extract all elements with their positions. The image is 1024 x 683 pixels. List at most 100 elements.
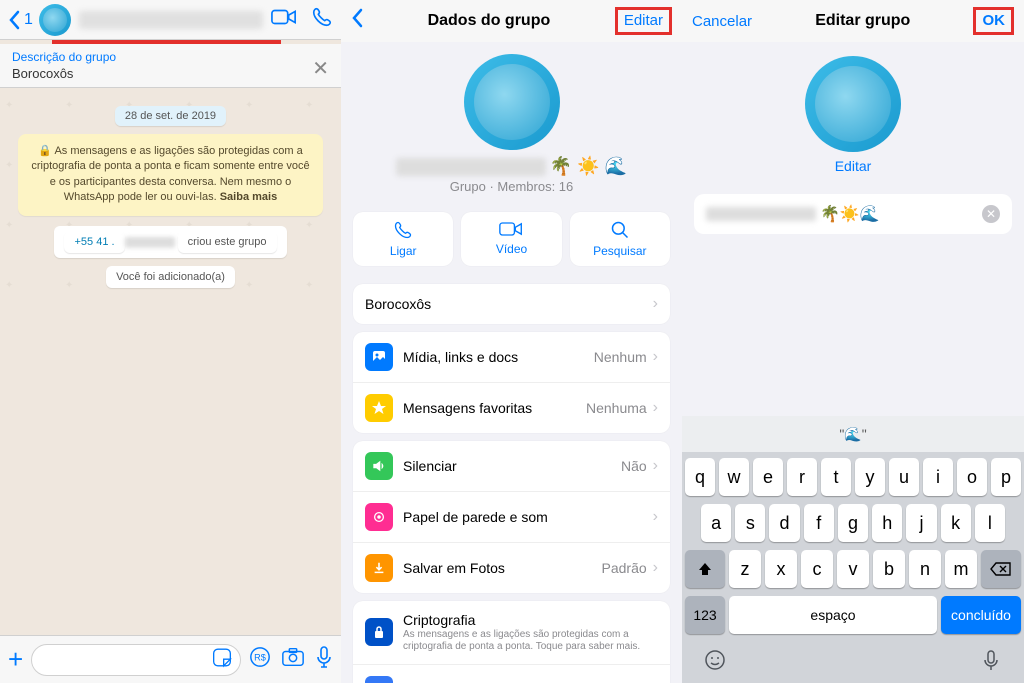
- group-info-screen: Dados do grupo Editar 🌴 ☀️ 🌊 Grupo · Mem…: [341, 0, 682, 683]
- chevron-right-icon: ›: [653, 295, 658, 313]
- group-info-header: Dados do grupo Editar: [341, 0, 682, 42]
- message-input[interactable]: [31, 644, 241, 676]
- key-u[interactable]: u: [889, 458, 919, 496]
- edit-button-highlight: Editar: [615, 7, 672, 35]
- chat-area[interactable]: 28 de set. de 2019 🔒 As mensagens e as l…: [0, 88, 341, 306]
- done-key[interactable]: concluído: [941, 596, 1021, 634]
- key-h[interactable]: h: [872, 504, 902, 542]
- wallpaper-icon: [365, 503, 393, 531]
- backspace-key[interactable]: [981, 550, 1021, 588]
- keyboard-row-4: 123 espaço concluído: [685, 596, 1021, 634]
- key-d[interactable]: d: [769, 504, 799, 542]
- keyboard: "🌊" qwertyuiop asdfghjkl zxcvbnm 123 esp…: [682, 416, 1024, 683]
- key-y[interactable]: y: [855, 458, 885, 496]
- mute-row[interactable]: Silenciar Não ›: [353, 441, 670, 492]
- keyboard-row-3: zxcvbnm: [685, 550, 1021, 588]
- dictation-key[interactable]: [979, 648, 1003, 677]
- key-i[interactable]: i: [923, 458, 953, 496]
- disappearing-row[interactable]: Mensagens temporá… Desativadas ›: [353, 665, 670, 683]
- group-description-bar[interactable]: Descrição do grupo Borocoxôs ✕: [0, 44, 341, 88]
- key-b[interactable]: b: [873, 550, 905, 588]
- date-separator: 28 de set. de 2019: [10, 106, 331, 124]
- emoji-key[interactable]: [703, 648, 727, 677]
- description-row[interactable]: Borocoxôs ›: [353, 284, 670, 324]
- key-g[interactable]: g: [838, 504, 868, 542]
- media-row[interactable]: Mídia, links e docs Nenhum ›: [353, 332, 670, 383]
- key-q[interactable]: q: [685, 458, 715, 496]
- video-action[interactable]: Vídeo: [461, 212, 561, 266]
- starred-row[interactable]: Mensagens favoritas Nenhuma ›: [353, 383, 670, 433]
- chat-header: 1: [0, 0, 341, 40]
- star-icon: [365, 394, 393, 422]
- chat-screen: 1 Descrição do grupo Borocoxôs ✕ 28 de s…: [0, 0, 341, 683]
- key-l[interactable]: l: [975, 504, 1005, 542]
- key-v[interactable]: v: [837, 550, 869, 588]
- close-icon[interactable]: ✕: [312, 50, 329, 81]
- edit-group-screen: Cancelar Editar grupo OK Editar 🌴☀️🌊 ✕ "…: [682, 0, 1024, 683]
- key-z[interactable]: z: [729, 550, 761, 588]
- edit-avatar-section: Editar: [682, 42, 1024, 188]
- key-m[interactable]: m: [945, 550, 977, 588]
- group-name: 🌴 ☀️ 🌊: [341, 156, 682, 177]
- key-o[interactable]: o: [957, 458, 987, 496]
- screen-title: Editar grupo: [815, 12, 910, 30]
- key-e[interactable]: e: [753, 458, 783, 496]
- voice-call-icon[interactable]: [311, 6, 333, 33]
- space-key[interactable]: espaço: [729, 596, 937, 634]
- search-action[interactable]: Pesquisar: [570, 212, 670, 266]
- key-k[interactable]: k: [941, 504, 971, 542]
- key-p[interactable]: p: [991, 458, 1021, 496]
- key-s[interactable]: s: [735, 504, 765, 542]
- edit-button[interactable]: Editar: [624, 12, 663, 29]
- ok-button-highlight: OK: [973, 7, 1014, 35]
- key-t[interactable]: t: [821, 458, 851, 496]
- keyboard-row-1: qwertyuiop: [685, 458, 1021, 496]
- group-avatar[interactable]: [39, 4, 71, 36]
- keyboard-suggestion[interactable]: "🌊": [682, 416, 1024, 452]
- timer-icon: [365, 676, 393, 683]
- encryption-notice[interactable]: 🔒 As mensagens e as ligações são protegi…: [18, 134, 323, 216]
- speaker-icon: [365, 452, 393, 480]
- payment-icon[interactable]: R$: [249, 646, 271, 673]
- description-text: Borocoxôs: [12, 66, 116, 81]
- group-name-blurred[interactable]: [79, 11, 263, 29]
- key-a[interactable]: a: [701, 504, 731, 542]
- key-w[interactable]: w: [719, 458, 749, 496]
- learn-more-link[interactable]: Saiba mais: [220, 191, 277, 203]
- video-call-icon[interactable]: [271, 7, 297, 32]
- ok-button[interactable]: OK: [982, 12, 1005, 29]
- message-input-bar: + R$: [0, 635, 341, 683]
- back-button[interactable]: 1: [8, 10, 33, 30]
- screen-title: Dados do grupo: [428, 12, 551, 30]
- key-r[interactable]: r: [787, 458, 817, 496]
- cancel-button[interactable]: Cancelar: [692, 13, 752, 30]
- key-n[interactable]: n: [909, 550, 941, 588]
- description-title: Descrição do grupo: [12, 50, 116, 64]
- edit-header: Cancelar Editar grupo OK: [682, 0, 1024, 42]
- group-name-input[interactable]: 🌴☀️🌊 ✕: [694, 194, 1012, 234]
- group-subtitle: Grupo · Membros: 16: [341, 179, 682, 194]
- edit-photo-link[interactable]: Editar: [682, 158, 1024, 174]
- camera-icon[interactable]: [281, 646, 305, 673]
- keyboard-row-2: asdfghjkl: [685, 504, 1021, 542]
- save-photos-row[interactable]: Salvar em Fotos Padrão ›: [353, 543, 670, 593]
- shift-key[interactable]: [685, 550, 725, 588]
- numbers-key[interactable]: 123: [685, 596, 725, 634]
- group-avatar[interactable]: [805, 56, 901, 152]
- group-avatar[interactable]: [464, 54, 560, 150]
- key-f[interactable]: f: [804, 504, 834, 542]
- group-avatar-section: 🌴 ☀️ 🌊 Grupo · Membros: 16: [341, 42, 682, 202]
- clear-input-icon[interactable]: ✕: [982, 205, 1000, 223]
- call-action[interactable]: Ligar: [353, 212, 453, 266]
- sticker-icon[interactable]: [212, 647, 232, 672]
- key-c[interactable]: c: [801, 550, 833, 588]
- key-x[interactable]: x: [765, 550, 797, 588]
- wallpaper-row[interactable]: Papel de parede e som ›: [353, 492, 670, 543]
- key-j[interactable]: j: [906, 504, 936, 542]
- encryption-row[interactable]: CriptografiaAs mensagens e as ligações s…: [353, 601, 670, 665]
- svg-text:R$: R$: [254, 653, 266, 663]
- system-message-created: +55 41 . criou este grupo: [10, 226, 331, 258]
- attach-icon[interactable]: +: [8, 644, 23, 675]
- microphone-icon[interactable]: [315, 645, 333, 674]
- back-button[interactable]: [351, 8, 363, 34]
